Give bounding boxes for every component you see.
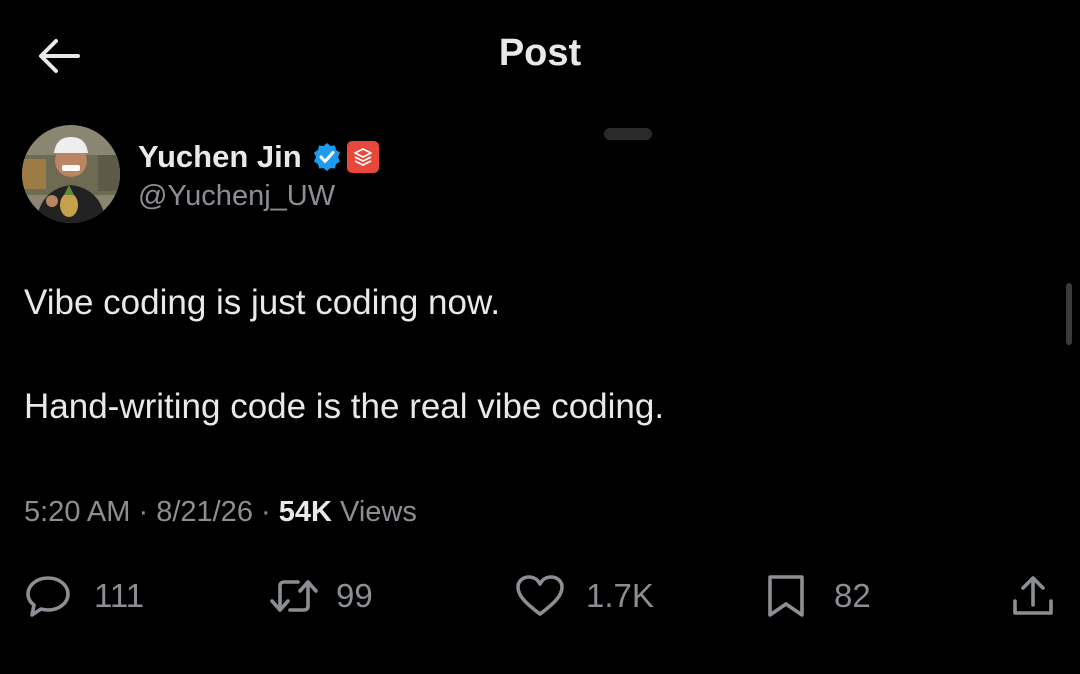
meta-separator: · [252, 496, 279, 528]
repost-icon [268, 574, 320, 618]
action-bar: 111 99 1.7K 82 [0, 566, 1080, 626]
repost-button[interactable]: 99 [268, 566, 373, 626]
author-name[interactable]: Yuchen Jin [138, 139, 302, 175]
post-date: 8/21/26 [156, 496, 253, 528]
drag-indicator [604, 128, 652, 140]
affiliate-badge-icon[interactable] [346, 140, 379, 173]
post-author: Yuchen Jin @Yuchenj_UW [22, 124, 379, 224]
post-meta: 5:20 AM · 8/21/26 · 54K Views [24, 496, 417, 529]
post-time: 5:20 AM [24, 496, 131, 528]
post-text-line: Vibe coding is just coding now. [24, 283, 501, 322]
page-title: Post [498, 32, 582, 74]
bookmark-icon [764, 573, 808, 619]
bookmark-button[interactable]: 82 [764, 566, 871, 626]
top-bar: Post [0, 0, 1080, 110]
reply-button[interactable]: 111 [24, 566, 144, 626]
views-label: Views [331, 496, 417, 528]
like-count: 1.7K [586, 577, 654, 614]
scrollbar-thumb[interactable] [1066, 283, 1072, 345]
share-icon [1010, 573, 1056, 619]
heart-icon [514, 574, 566, 618]
reply-count: 111 [94, 577, 145, 614]
like-button[interactable]: 1.7K [514, 566, 654, 626]
reply-icon [24, 574, 72, 618]
meta-separator: · [130, 496, 157, 528]
verified-badge-icon[interactable] [312, 142, 342, 172]
views-count[interactable]: 54K [279, 496, 332, 528]
avatar[interactable] [22, 125, 120, 223]
share-button[interactable] [1010, 566, 1056, 626]
post-body: Vibe coding is just coding now. Hand-wri… [24, 277, 1044, 433]
post-text-line: Hand-writing code is the real vibe codin… [24, 387, 665, 426]
bookmark-count: 82 [834, 577, 871, 614]
author-handle[interactable]: @Yuchenj_UW [138, 180, 379, 213]
repost-count: 99 [336, 577, 373, 614]
